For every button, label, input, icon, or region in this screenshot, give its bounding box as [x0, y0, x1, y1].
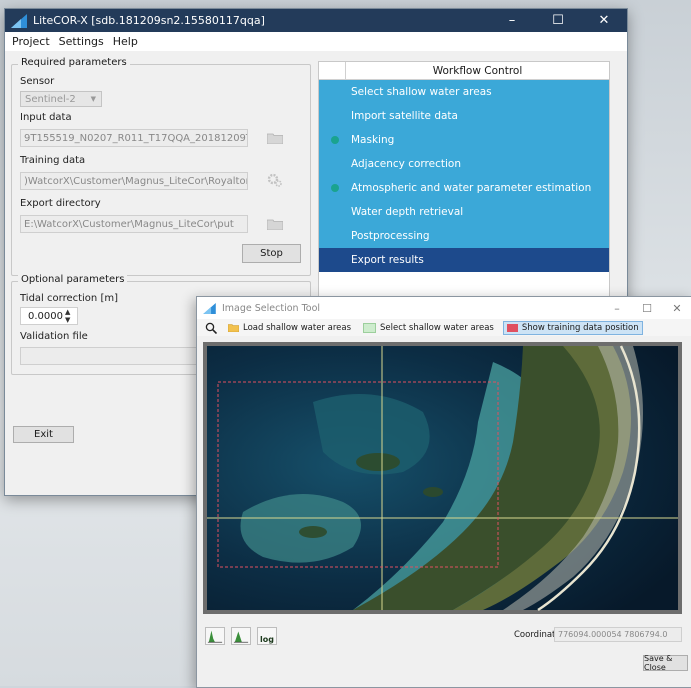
workflow-status-cell	[319, 136, 351, 144]
histogram-stretch-button[interactable]	[231, 627, 251, 645]
image-tool-toolbar: Load shallow water areas Select shallow …	[197, 319, 691, 336]
main-window-title: LiteCOR-X [sdb.181209sn2.15580117qqa]	[33, 14, 265, 27]
export-directory-field[interactable]: E:\WatcorX\Customer\Magnus_LiteCor\put	[20, 215, 248, 233]
tidal-correction-label: Tidal correction [m]	[20, 293, 118, 304]
histogram-linear-button[interactable]	[205, 627, 225, 645]
settings-gear-icon[interactable]	[267, 172, 283, 188]
satellite-image-panel[interactable]	[203, 342, 682, 614]
status-dot-icon	[331, 136, 339, 144]
validation-file-field[interactable]	[20, 347, 206, 365]
browse-input-folder-icon[interactable]	[267, 133, 283, 144]
satellite-image[interactable]	[203, 342, 682, 614]
validation-file-label: Validation file	[20, 331, 88, 342]
workflow-steps: Select shallow water areas Import satelli…	[319, 80, 609, 272]
workflow-control-panel: Workflow Control Select shallow water ar…	[318, 61, 610, 326]
main-title-bar[interactable]: LiteCOR-X [sdb.181209sn2.15580117qqa] – …	[5, 9, 627, 32]
workflow-step-label: Adjacency correction	[351, 158, 461, 170]
select-shallow-water-label: Select shallow water areas	[380, 322, 494, 333]
folder-icon	[228, 323, 239, 332]
menu-project[interactable]: Project	[9, 35, 56, 48]
training-data-label: Training data	[20, 155, 86, 166]
chevron-down-icon: ▼	[90, 95, 96, 103]
status-dot-icon	[331, 184, 339, 192]
minimize-icon[interactable]: –	[489, 9, 535, 32]
workflow-header-title: Workflow Control	[432, 64, 523, 77]
stop-button[interactable]: Stop	[242, 244, 301, 263]
workflow-step[interactable]: Select shallow water areas	[319, 80, 609, 104]
red-swatch-icon	[506, 323, 518, 332]
image-tool-title: Image Selection Tool	[222, 302, 321, 314]
show-training-data-label: Show training data position	[521, 322, 639, 333]
image-selection-tool-window: Image Selection Tool – ☐ ✕ Load shallow …	[196, 296, 691, 688]
histogram-icon	[207, 630, 223, 643]
sensor-label: Sensor	[20, 76, 55, 87]
load-shallow-water-label: Load shallow water areas	[243, 322, 351, 333]
save-close-button[interactable]: Save & Close	[643, 654, 688, 672]
input-data-label: Input data	[20, 112, 72, 123]
log-label: log	[260, 635, 274, 644]
workflow-step-label: Export results	[351, 254, 424, 266]
maximize-icon[interactable]: ☐	[632, 297, 662, 319]
workflow-step[interactable]: Water depth retrieval	[319, 200, 609, 224]
histogram-log-button[interactable]: log	[257, 627, 277, 645]
green-swatch-icon	[363, 322, 376, 333]
workflow-status-cell	[319, 184, 351, 192]
app-logo-icon	[11, 13, 27, 28]
maximize-icon[interactable]: ☐	[535, 9, 581, 32]
export-directory-label: Export directory	[20, 198, 101, 209]
workflow-step-label: Select shallow water areas	[351, 86, 492, 98]
tidal-correction-value: 0.0000	[28, 310, 63, 322]
workflow-step[interactable]: Atmospheric and water parameter estimati…	[319, 176, 609, 200]
exit-button[interactable]: Exit	[13, 426, 74, 443]
show-training-data-button[interactable]: Show training data position	[502, 320, 643, 335]
workflow-step-label: Water depth retrieval	[351, 206, 464, 218]
workflow-step[interactable]: Masking	[319, 128, 609, 152]
input-data-field[interactable]: 9T155519_N0207_R011_T17QQA_20181209T2050…	[20, 129, 248, 147]
minimize-icon[interactable]: –	[602, 297, 632, 319]
histogram-icon	[233, 631, 249, 643]
workflow-status-column-header	[319, 62, 346, 79]
menu-help[interactable]: Help	[110, 35, 144, 48]
workflow-step[interactable]: Postprocessing	[319, 224, 609, 248]
sensor-value: Sentinel-2	[25, 93, 76, 105]
sensor-select[interactable]: Sentinel-2 ▼	[20, 91, 102, 107]
workflow-step[interactable]: Import satellite data	[319, 104, 609, 128]
close-icon[interactable]: ✕	[581, 9, 627, 32]
workflow-step-label: Postprocessing	[351, 230, 430, 242]
training-data-field[interactable]: )WatcorX\Customer\Magnus_LiteCor\Royalto…	[20, 172, 248, 190]
workflow-step-label: Import satellite data	[351, 110, 458, 122]
required-parameters-title: Required parameters	[18, 57, 130, 68]
load-shallow-water-button[interactable]: Load shallow water areas	[225, 322, 354, 334]
coordinate-field: 776094.000054 7806794.0	[554, 627, 682, 642]
image-tool-title-bar[interactable]: Image Selection Tool – ☐ ✕	[197, 297, 691, 319]
app-logo-icon	[203, 302, 216, 314]
zoom-search-icon[interactable]	[205, 322, 217, 334]
optional-parameters-title: Optional parameters	[18, 274, 128, 285]
close-icon[interactable]: ✕	[662, 297, 691, 319]
menu-bar: Project Settings Help	[5, 32, 627, 51]
spin-arrows-icon[interactable]: ▲ ▼	[65, 308, 70, 324]
select-shallow-water-button[interactable]: Select shallow water areas	[360, 322, 497, 334]
workflow-step-label: Masking	[351, 134, 395, 146]
browse-export-folder-icon[interactable]	[267, 219, 283, 230]
workflow-header: Workflow Control	[319, 62, 609, 80]
menu-settings[interactable]: Settings	[56, 35, 110, 48]
workflow-step-label: Atmospheric and water parameter estimati…	[351, 182, 592, 194]
workflow-step[interactable]: Export results	[319, 248, 609, 272]
workflow-step[interactable]: Adjacency correction	[319, 152, 609, 176]
